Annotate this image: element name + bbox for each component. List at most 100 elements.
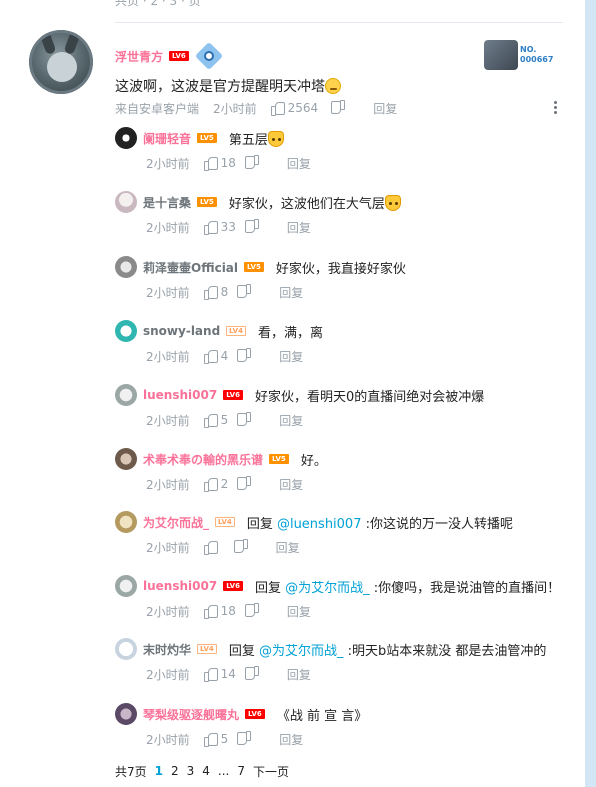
reply-meta: 2小时前 5 回复 [146,412,565,428]
main-comment-text: 这波啊，这波是官方提醒明天冲塔 [115,78,341,96]
reply-username[interactable]: snowy-land [143,324,220,338]
reply-avatar[interactable] [115,703,137,725]
reply-username[interactable]: 末时灼华 [143,641,191,658]
reply-username[interactable]: 术奉术奉の輸的黑乐谱 [143,451,263,468]
reply-time: 2小时前 [146,349,190,364]
dislike-button[interactable] [246,605,259,617]
dislike-button[interactable] [246,221,259,233]
reply-avatar[interactable] [115,511,137,533]
reply-username[interactable]: luenshi007 [143,388,217,402]
main-commenter-avatar[interactable] [29,30,93,94]
level-badge: LV6 [169,51,189,61]
like-button[interactable]: 18 [203,156,236,171]
reply-avatar[interactable] [115,127,137,149]
reply-time: 2小时前 [146,156,190,171]
reply-item: 是十言桑 LV5 好家伙，这波他们在大气层 2小时前 33 回复 [115,191,565,241]
dislike-button[interactable] [238,350,251,362]
reply-username[interactable]: 莉泽壷壷Official [143,259,238,276]
dislike-button[interactable] [246,157,259,169]
page-link[interactable]: 2 [171,764,179,778]
reply-button[interactable]: 回复 [276,539,300,556]
previous-comment-meta: 共页 · 2 · 3 · 页 [115,0,201,8]
reply-avatar[interactable] [115,448,137,470]
reply-button[interactable]: 回复 [279,731,303,748]
main-comment-body: 这波啊，这波是官方提醒明天冲塔 [115,79,325,95]
main-commenter-username[interactable]: 浮世青方 [115,48,163,65]
like-button[interactable]: 8 [203,285,228,300]
dislike-button[interactable] [238,733,251,745]
next-page-button[interactable]: 下一页 [253,763,289,780]
reply-avatar[interactable] [115,384,137,406]
like-button[interactable]: 4 [203,349,228,364]
reply-button[interactable]: 回复 [373,100,397,117]
reply-username[interactable]: 是十言桑 [143,194,191,211]
reply-avatar[interactable] [115,320,137,342]
level-badge: LV6 [245,709,265,719]
thumb-up-icon [203,157,218,171]
like-button[interactable]: 2564 [270,101,319,116]
mention-link[interactable]: @luenshi007 [277,517,362,532]
reply-text: 好家伙，我直接好家伙 [275,261,406,277]
thumb-up-icon [203,605,218,619]
reply-username[interactable]: 为艾尔而战_ [143,514,209,531]
like-count: 18 [220,156,236,170]
level-badge: LV4 [215,517,235,527]
comment-time: 2小时前 [213,101,257,116]
mention-link[interactable]: @为艾尔而战_ [285,581,370,596]
reply-item: 末时灼华 LV4 回复 @为艾尔而战_ :明天b站本来就没 都是去油管冲的 2小… [115,638,565,688]
like-button[interactable]: 18 [203,604,236,619]
dislike-button[interactable] [332,102,345,114]
like-button[interactable]: 33 [203,220,236,235]
dislike-button[interactable] [246,668,259,680]
thumb-up-icon [203,221,218,235]
reply-text: 好。 [300,453,327,469]
reply-text: 回复 @为艾尔而战_ :明天b站本来就没 都是去油管冲的 [228,643,547,659]
dislike-button[interactable] [235,541,248,553]
reply-item: 为艾尔而战_ LV4 回复 @luenshi007 :你这说的万一没人转播呢 2… [115,511,565,561]
reply-button[interactable]: 回复 [279,284,303,301]
smirk-emoji-icon [325,78,341,94]
reply-button[interactable]: 回复 [287,666,311,683]
fan-card-number: NO. 000667 [520,45,554,64]
like-button[interactable]: 14 [203,667,236,682]
reply-time: 2小时前 [146,540,190,555]
reply-meta: 2小时前 18 回复 [146,155,565,171]
thumb-up-icon [203,414,218,428]
reply-username[interactable]: 阑珊轻音 [143,130,191,147]
like-button[interactable]: 2 [203,477,228,492]
reply-avatar[interactable] [115,191,137,213]
reply-time: 2小时前 [146,477,190,492]
like-button[interactable]: 5 [203,732,228,747]
reply-meta: 2小时前 14 回复 [146,666,565,682]
dislike-button[interactable] [238,286,251,298]
like-button[interactable]: 5 [203,413,228,428]
page-link[interactable]: 3 [187,764,195,778]
reply-time: 2小时前 [146,604,190,619]
reply-username[interactable]: luenshi007 [143,579,217,593]
reply-button[interactable]: 回复 [279,476,303,493]
reply-button[interactable]: 回复 [287,219,311,236]
mention-link[interactable]: @为艾尔而战_ [259,644,344,659]
dislike-button[interactable] [238,478,251,490]
reply-button[interactable]: 回复 [279,412,303,429]
page-link[interactable]: 7 [237,764,245,778]
level-badge: LV4 [197,644,217,654]
reply-text: 回复 @为艾尔而战_ :你傻吗，我是说油管的直播间！ [254,580,561,596]
like-button[interactable] [203,541,221,555]
reply-username[interactable]: 琴梨级驱逐舰曙丸 [143,706,239,723]
like-count: 2564 [287,101,319,115]
reply-button[interactable]: 回复 [287,603,311,620]
reply-button[interactable]: 回复 [279,348,303,365]
reply-avatar[interactable] [115,638,137,660]
reply-text: 好家伙，这波他们在大气层 [229,193,401,212]
page-link[interactable]: 4 [202,764,210,778]
page-link-current[interactable]: 1 [155,764,163,778]
reply-text: 第五层 [229,129,284,148]
reply-avatar[interactable] [115,256,137,278]
more-options-icon[interactable] [554,101,558,115]
reply-button[interactable]: 回复 [287,155,311,172]
reply-avatar[interactable] [115,575,137,597]
fan-card[interactable]: NO. 000667 [484,40,564,70]
dislike-button[interactable] [238,414,251,426]
medal-icon [194,41,223,71]
